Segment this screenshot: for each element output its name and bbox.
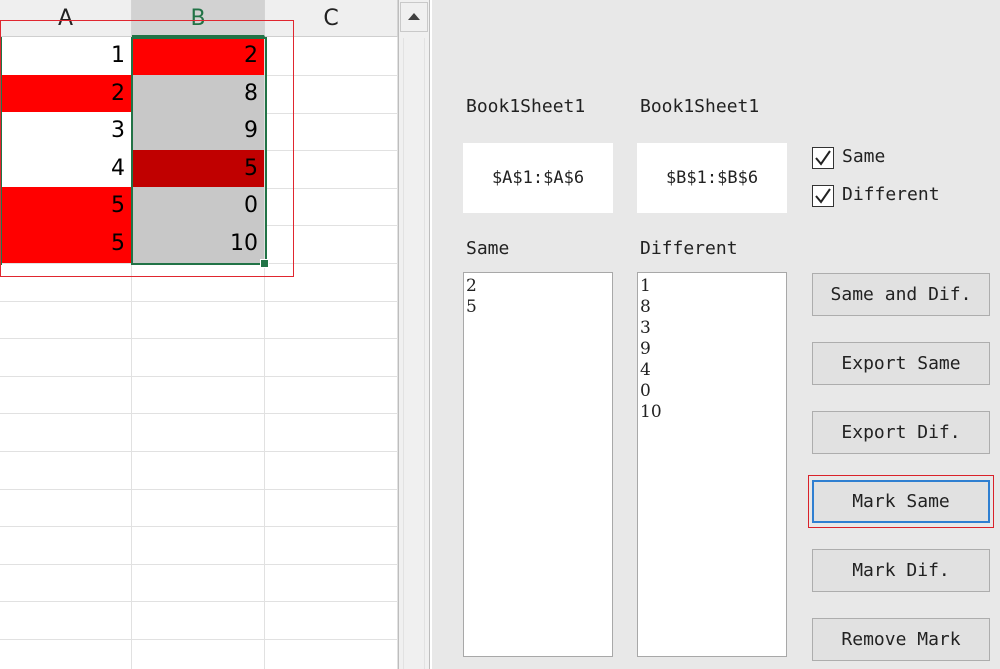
cell-b4[interactable]: 5 bbox=[132, 150, 265, 189]
cell-a14[interactable] bbox=[0, 526, 132, 565]
cell-c10[interactable] bbox=[265, 375, 398, 414]
same-list-label: Same bbox=[466, 238, 510, 259]
source1-label: Book1Sheet1 bbox=[466, 96, 586, 117]
cell-b3[interactable]: 9 bbox=[132, 112, 265, 151]
different-listbox[interactable]: 1 8 3 9 4 0 10 bbox=[637, 272, 787, 657]
different-list-item[interactable]: 8 bbox=[640, 297, 784, 318]
range2-field[interactable]: $B$1:$B$6 bbox=[637, 143, 787, 213]
cell-c9[interactable] bbox=[265, 338, 398, 377]
cell-a16[interactable] bbox=[0, 601, 132, 640]
cell-a7[interactable] bbox=[0, 263, 132, 302]
spreadsheet: A B C 1 2 2 8 3 9 4 5 5 0 5 10 bbox=[0, 0, 398, 669]
scroll-track[interactable] bbox=[403, 38, 425, 669]
export-dif-button[interactable]: Export Dif. bbox=[812, 411, 990, 454]
same-listbox[interactable]: 25 bbox=[463, 272, 613, 657]
cell-b12[interactable] bbox=[132, 451, 265, 490]
cell-b11[interactable] bbox=[132, 413, 265, 452]
cell-b13[interactable] bbox=[132, 488, 265, 527]
cell-b1[interactable]: 2 bbox=[132, 37, 265, 76]
cell-a3[interactable]: 3 bbox=[0, 112, 132, 151]
different-list-item[interactable]: 0 bbox=[640, 381, 784, 402]
cell-c8[interactable] bbox=[265, 300, 398, 339]
range1-field[interactable]: $A$1:$A$6 bbox=[463, 143, 613, 213]
mark-same-button[interactable]: Mark Same bbox=[812, 480, 990, 523]
cell-b16[interactable] bbox=[132, 601, 265, 640]
cell-a10[interactable] bbox=[0, 375, 132, 414]
cell-c6[interactable] bbox=[265, 225, 398, 264]
different-list-item[interactable]: 10 bbox=[640, 402, 784, 423]
cell-b6[interactable]: 10 bbox=[132, 225, 265, 264]
cell-c5[interactable] bbox=[265, 187, 398, 226]
scroll-up-button[interactable] bbox=[400, 2, 428, 32]
cell-c7[interactable] bbox=[265, 263, 398, 302]
remove-mark-button[interactable]: Remove Mark bbox=[812, 618, 990, 661]
cell-c17[interactable] bbox=[265, 639, 398, 669]
same-checkbox[interactable] bbox=[812, 147, 834, 169]
cell-a17[interactable] bbox=[0, 639, 132, 669]
cell-c14[interactable] bbox=[265, 526, 398, 565]
different-checkbox[interactable] bbox=[812, 185, 834, 207]
cell-a6[interactable]: 5 bbox=[0, 225, 132, 264]
cell-b14[interactable] bbox=[132, 526, 265, 565]
export-same-button[interactable]: Export Same bbox=[812, 342, 990, 385]
cell-a13[interactable] bbox=[0, 488, 132, 527]
cell-a5[interactable]: 5 bbox=[0, 187, 132, 226]
different-list-item[interactable]: 1 bbox=[640, 276, 784, 297]
cell-c13[interactable] bbox=[265, 488, 398, 527]
cell-b2[interactable]: 8 bbox=[132, 75, 265, 114]
cell-c3[interactable] bbox=[265, 112, 398, 151]
column-header-a[interactable]: A bbox=[0, 0, 132, 37]
cell-a11[interactable] bbox=[0, 413, 132, 452]
different-list-item[interactable]: 3 bbox=[640, 318, 784, 339]
selection-edge bbox=[0, 37, 2, 265]
cell-b10[interactable] bbox=[132, 375, 265, 414]
vertical-scrollbar[interactable] bbox=[398, 0, 430, 669]
compare-dialog: Book1Sheet1 Book1Sheet1 $A$1:$A$6 $B$1:$… bbox=[432, 0, 1000, 669]
column-header-c[interactable]: C bbox=[265, 0, 398, 37]
cell-a2[interactable]: 2 bbox=[0, 75, 132, 114]
cell-a9[interactable] bbox=[0, 338, 132, 377]
arrow-up-icon bbox=[408, 13, 420, 20]
cell-c15[interactable] bbox=[265, 563, 398, 602]
cell-c16[interactable] bbox=[265, 601, 398, 640]
cell-a12[interactable] bbox=[0, 451, 132, 490]
check-icon bbox=[815, 150, 831, 166]
same-and-dif-button[interactable]: Same and Dif. bbox=[812, 273, 990, 316]
same-checkbox-label[interactable]: Same bbox=[842, 146, 885, 167]
different-list-item[interactable]: 4 bbox=[640, 360, 784, 381]
different-list-item[interactable]: 9 bbox=[640, 339, 784, 360]
cell-c11[interactable] bbox=[265, 413, 398, 452]
check-icon bbox=[815, 188, 831, 204]
mark-dif-button[interactable]: Mark Dif. bbox=[812, 549, 990, 592]
cell-c1[interactable] bbox=[265, 37, 398, 76]
cell-c12[interactable] bbox=[265, 451, 398, 490]
fill-handle[interactable] bbox=[260, 259, 269, 268]
cell-b9[interactable] bbox=[132, 338, 265, 377]
different-checkbox-label[interactable]: Different bbox=[842, 184, 940, 205]
source2-label: Book1Sheet1 bbox=[640, 96, 760, 117]
cell-a8[interactable] bbox=[0, 300, 132, 339]
cell-a4[interactable]: 4 bbox=[0, 150, 132, 189]
cell-c2[interactable] bbox=[265, 75, 398, 114]
cell-b15[interactable] bbox=[132, 563, 265, 602]
cell-b8[interactable] bbox=[132, 300, 265, 339]
column-header-b[interactable]: B bbox=[132, 0, 265, 37]
same-list-item[interactable]: 2 bbox=[466, 276, 610, 297]
same-list-item[interactable]: 5 bbox=[466, 297, 610, 318]
cell-b7[interactable] bbox=[132, 263, 265, 302]
cell-c4[interactable] bbox=[265, 150, 398, 189]
cell-a1[interactable]: 1 bbox=[0, 37, 132, 76]
cell-b17[interactable] bbox=[132, 639, 265, 669]
cell-a15[interactable] bbox=[0, 563, 132, 602]
cell-b5[interactable]: 0 bbox=[132, 187, 265, 226]
different-list-label: Different bbox=[640, 238, 738, 259]
